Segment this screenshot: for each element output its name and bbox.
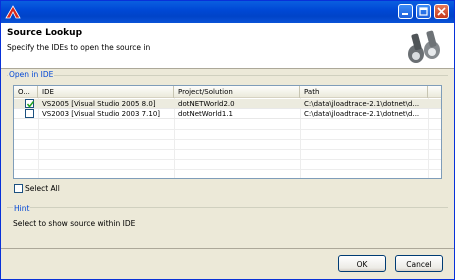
row-checkbox[interactable]	[25, 109, 34, 118]
table-header: O... IDE Project/Solution Path	[14, 86, 441, 98]
ok-button[interactable]: OK	[338, 255, 386, 272]
path-cell: C:\data\jloadtrace-2.1\dotnet\d...	[304, 100, 420, 108]
project-cell: dotNETWorld2.0	[178, 100, 235, 108]
column-project[interactable]: Project/Solution	[174, 86, 300, 98]
close-button[interactable]	[434, 4, 449, 19]
footer-divider	[1, 248, 454, 249]
row-checkbox[interactable]	[25, 99, 35, 108]
binoculars-icon	[408, 30, 440, 63]
path-cell: C:\data\jloadtrace-2.1\dotnet\d...	[304, 110, 420, 118]
hint-divider	[7, 207, 448, 208]
select-all-label[interactable]: Select All	[25, 184, 60, 193]
close-icon	[437, 7, 446, 16]
hint-text: Select to show source within IDE	[13, 219, 136, 228]
column-open[interactable]: O...	[14, 86, 38, 98]
maximize-icon	[419, 7, 428, 16]
project-cell: dotNetWorld1.1	[178, 110, 233, 118]
ide-cell: VS2005 [Visual Studio 2005 8.0]	[42, 100, 156, 108]
select-all-checkbox[interactable]	[14, 184, 23, 193]
ide-table: O... IDE Project/Solution Path VS2005 [V…	[13, 85, 442, 179]
table-row[interactable]: VS2003 [Visual Studio 2003 7.10] dotNetW…	[14, 109, 441, 119]
app-icon	[5, 5, 21, 19]
hint-label: Hint	[13, 204, 31, 213]
table-row[interactable]: VS2005 [Visual Studio 2005 8.0] dotNETWo…	[14, 99, 441, 109]
minimize-button[interactable]	[398, 4, 413, 19]
empty-row-line	[14, 149, 441, 150]
dialog-window: Source Lookup Specify the IDEs to open t…	[0, 0, 455, 280]
check-icon	[26, 101, 35, 108]
ide-cell: VS2003 [Visual Studio 2003 7.10]	[42, 110, 161, 118]
cancel-button[interactable]: Cancel	[395, 255, 443, 272]
column-ide[interactable]: IDE	[38, 86, 174, 98]
minimize-icon	[402, 13, 408, 15]
empty-row-line	[14, 139, 441, 140]
empty-row-line	[14, 169, 441, 170]
title-bar[interactable]	[1, 1, 454, 23]
page-description: Specify the IDEs to open the source in	[7, 43, 151, 52]
open-in-ide-label: Open in IDE	[8, 70, 55, 79]
empty-row-line	[14, 159, 441, 160]
maximize-button[interactable]	[416, 4, 431, 19]
dialog-header: Source Lookup Specify the IDEs to open t…	[1, 23, 454, 69]
column-path[interactable]: Path	[300, 86, 428, 98]
page-title: Source Lookup	[7, 28, 83, 38]
empty-row-line	[14, 129, 441, 130]
